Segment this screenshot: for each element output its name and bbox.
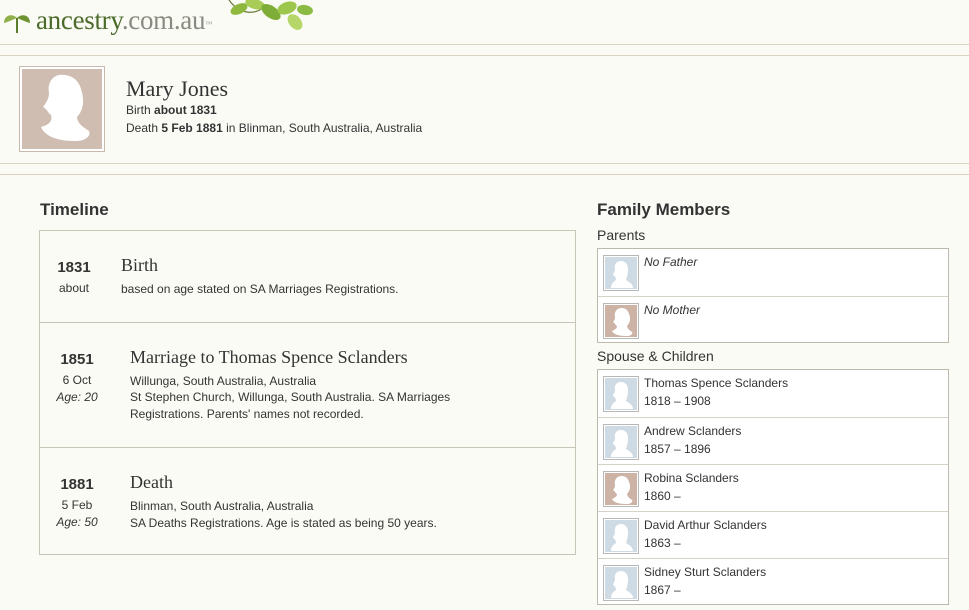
header-divider (0, 44, 969, 45)
event-age: Age: 50 (56, 515, 98, 529)
female-silhouette-icon (22, 69, 102, 149)
event-title: Marriage to Thomas Spence Sclanders (130, 347, 408, 367)
spouse-children-label: Spouse & Children (597, 348, 714, 364)
death-summary: Death 5 Feb 1881 in Blinman, South Austr… (126, 121, 422, 135)
profile-photo[interactable] (19, 66, 105, 152)
family-member-name: No Father (644, 255, 698, 269)
family-member-name: Robina Sclanders (644, 471, 739, 485)
family-member-name: Thomas Spence Sclanders (644, 376, 789, 390)
timeline-heading: Timeline (40, 200, 109, 219)
content-top-divider (0, 174, 969, 175)
event-title: Birth (121, 255, 159, 275)
event-title: Death (130, 472, 173, 492)
child-item[interactable]: Andrew Sclanders 1857 – 1896 (598, 417, 948, 464)
event-year: 1831 (57, 259, 91, 276)
family-member-name: No Mother (644, 303, 701, 317)
person-name: Mary Jones (126, 76, 229, 101)
event-place: Blinman, South Australia, Australia (130, 499, 314, 513)
timeline-panel: 1831 about Birth based on age stated on … (39, 230, 576, 555)
event-date: 5 Feb (61, 498, 93, 512)
child-item[interactable]: Sidney Sturt Sclanders 1867 – (598, 558, 948, 605)
parents-label: Parents (597, 227, 646, 243)
event-description-cont: Registrations. Parents' names not record… (130, 407, 364, 421)
event-year: 1881 (60, 476, 94, 493)
male-silhouette-icon (605, 378, 637, 410)
male-silhouette-icon (605, 257, 637, 289)
family-members-heading: Family Members (597, 200, 731, 219)
spouse-item[interactable]: Thomas Spence Sclanders 1818 – 1908 (598, 370, 948, 417)
logo-domain: .com.au (121, 5, 206, 35)
parent-father[interactable]: No Father (598, 249, 948, 296)
event-date: 6 Oct (62, 373, 92, 387)
male-silhouette-icon (605, 520, 637, 552)
female-silhouette-icon (605, 305, 637, 337)
event-date: about (58, 281, 90, 295)
spouse-children-list: Thomas Spence Sclanders 1818 – 1908 Andr… (597, 369, 949, 605)
event-description: St Stephen Church, Willunga, South Austr… (130, 390, 451, 404)
death-place: Blinman, South Australia, Australia (238, 121, 423, 135)
family-member-name: Sidney Sturt Sclanders (644, 565, 767, 579)
profile-top-divider (0, 55, 969, 56)
event-age: Age: 20 (56, 390, 98, 404)
family-member-name: David Arthur Sclanders (644, 518, 767, 532)
male-silhouette-icon (605, 567, 637, 599)
birth-label: Birth (126, 103, 151, 117)
birth-value: about 1831 (154, 103, 217, 117)
female-silhouette-icon (605, 473, 637, 505)
family-member-name: Andrew Sclanders (644, 424, 742, 438)
family-member-dates: 1857 – 1896 (644, 442, 711, 456)
child-item[interactable]: Robina Sclanders 1860 – (598, 464, 948, 511)
site-header: ancestry.com.au™ (0, 0, 969, 44)
death-place-prefix: in (226, 121, 236, 135)
logo-trademark: ™ (205, 20, 212, 28)
event-description: based on age stated on SA Marriages Regi… (121, 282, 399, 296)
ancestry-logo[interactable]: ancestry.com.au™ (0, 4, 212, 36)
death-label: Death (126, 121, 159, 135)
family-member-dates: 1860 – (644, 489, 681, 503)
parent-mother[interactable]: No Mother (598, 296, 948, 343)
profile-bottom-divider (0, 163, 969, 164)
timeline-event-marriage[interactable]: 1851 6 Oct Age: 20 Marriage to Thomas Sp… (40, 323, 575, 447)
logo-wordmark: ancestry (36, 5, 122, 35)
male-silhouette-icon (605, 426, 637, 458)
family-member-dates: 1867 – (644, 583, 681, 597)
family-member-dates: 1818 – 1908 (644, 394, 711, 408)
birth-summary: Birth about 1831 (126, 103, 217, 117)
timeline-event-birth[interactable]: 1831 about Birth based on age stated on … (40, 231, 575, 322)
decorative-leaves-icon (225, 0, 320, 36)
parents-list: No Father No Mother (597, 248, 949, 343)
timeline-event-death[interactable]: 1881 5 Feb Age: 50 Death Blinman, South … (40, 448, 575, 554)
leaf-logo-icon (0, 3, 34, 37)
family-member-dates: 1863 – (644, 536, 681, 550)
event-year: 1851 (60, 351, 94, 368)
event-description: SA Deaths Registrations. Age is stated a… (130, 516, 437, 530)
event-place: Willunga, South Australia, Australia (130, 374, 317, 388)
child-item[interactable]: David Arthur Sclanders 1863 – (598, 511, 948, 558)
death-value: 5 Feb 1881 (161, 121, 223, 135)
